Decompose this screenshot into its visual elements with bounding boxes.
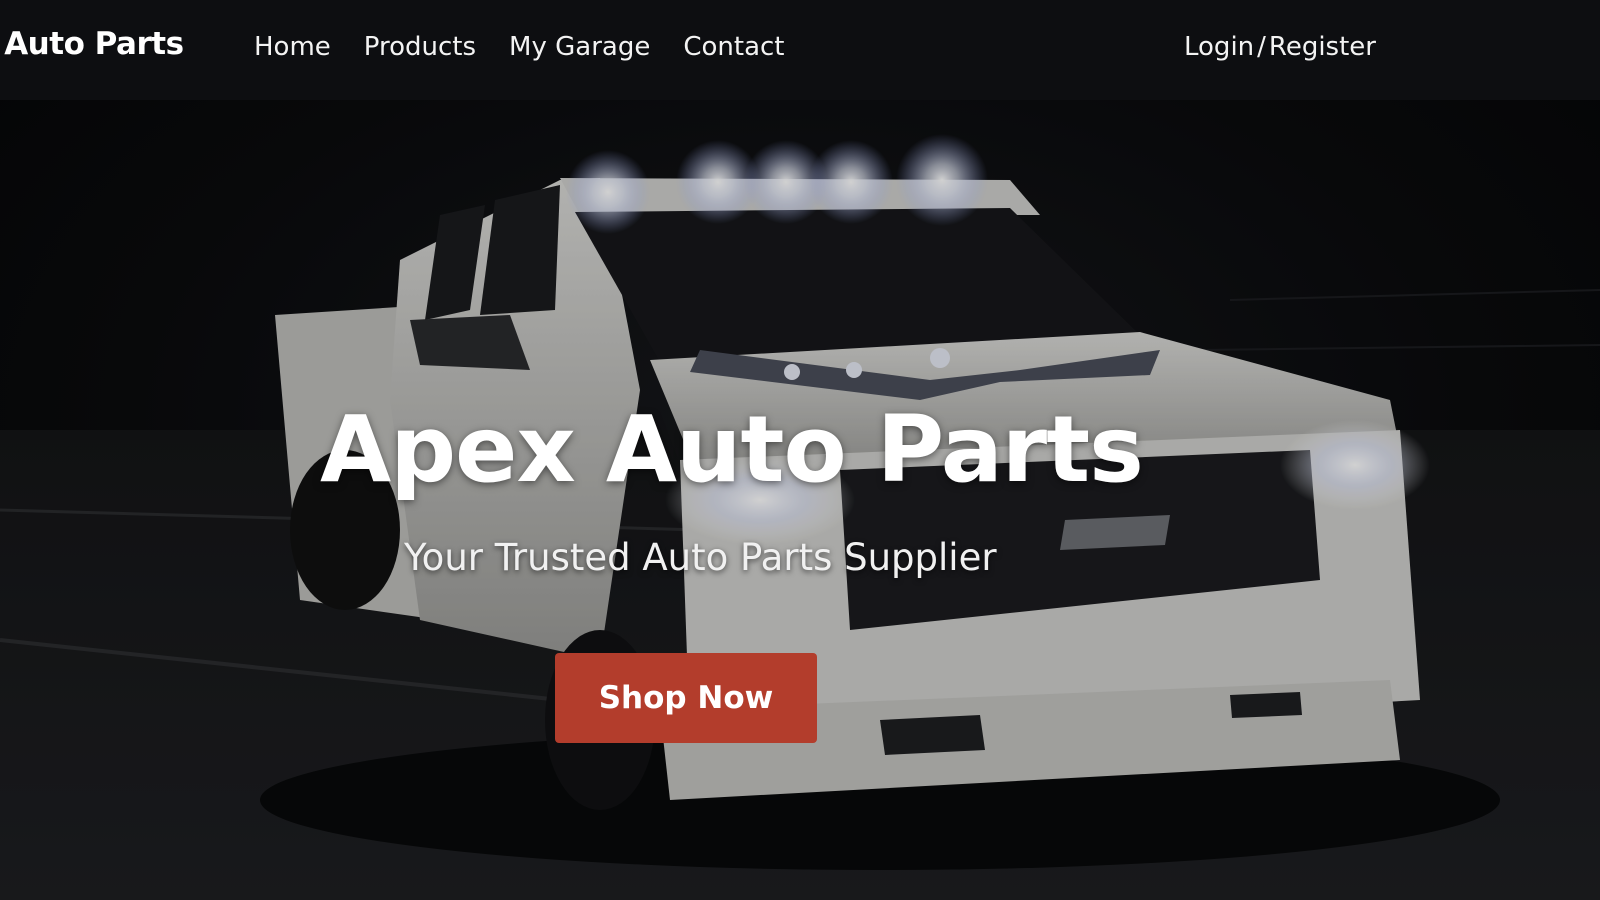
main-nav: Home Products My Garage Contact — [254, 32, 818, 62]
nav-link-my-garage[interactable]: My Garage — [509, 32, 650, 62]
nav-link-contact[interactable]: Contact — [683, 32, 784, 62]
top-navbar: : Auto Parts Home Products My Garage Con… — [0, 0, 1600, 100]
auth-links: Login / Register — [1184, 32, 1376, 62]
hero-title: Apex Auto Parts — [320, 396, 1144, 503]
hero-banner: Apex Auto Parts Your Trusted Auto Parts … — [0, 100, 1600, 900]
shop-now-button[interactable]: Shop Now — [555, 653, 817, 743]
login-link[interactable]: Login — [1184, 32, 1254, 62]
hero-subtitle: Your Trusted Auto Parts Supplier — [404, 536, 997, 579]
nav-link-home[interactable]: Home — [254, 32, 331, 62]
auth-separator: / — [1257, 32, 1266, 62]
nav-link-products[interactable]: Products — [364, 32, 476, 62]
brand-logo-text[interactable]: : Auto Parts — [0, 26, 184, 62]
register-link[interactable]: Register — [1269, 32, 1376, 62]
